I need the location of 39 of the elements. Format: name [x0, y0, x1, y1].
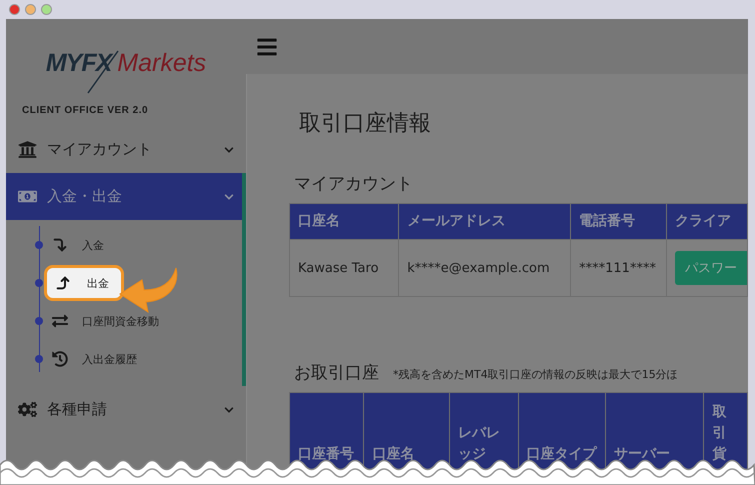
version-label: CLIENT OFFICE VER 2.0	[21, 104, 150, 116]
submenu-item[interactable]: 入出金履歴	[52, 351, 137, 367]
gears-icon	[18, 400, 37, 419]
column-header: メールアドレス	[398, 204, 571, 240]
menu-item[interactable]: 入金・出金	[6, 173, 246, 220]
transfer-icon	[52, 313, 68, 329]
menu-item[interactable]: マイアカウント	[6, 126, 246, 173]
close-button[interactable]	[9, 4, 20, 15]
timeline-dot	[35, 355, 43, 363]
arrow-down-icon	[52, 237, 68, 253]
page-title: 取引口座情報	[299, 110, 432, 138]
arrow-up-icon	[55, 275, 71, 291]
submenu-item[interactable]: 出金	[44, 265, 124, 301]
chevron-icon	[224, 404, 234, 414]
chevron-icon	[224, 192, 234, 202]
submenu-item[interactable]: 入金	[52, 237, 104, 253]
menu-item[interactable]: 各種申請	[6, 386, 246, 433]
section-heading: マイアカウント	[294, 173, 414, 195]
table-cell: k****e@example.com	[398, 240, 571, 296]
minimize-button[interactable]	[25, 4, 36, 15]
timeline-dot	[35, 317, 43, 325]
timeline-dot	[35, 279, 43, 287]
chevron-icon	[224, 144, 234, 154]
section-heading: お取引口座	[294, 362, 379, 384]
logo-suffix: Markets	[117, 48, 206, 78]
history-icon	[52, 351, 68, 367]
timeline-dot	[35, 241, 43, 249]
bank-icon	[18, 140, 37, 159]
column-header: 電話番号	[570, 204, 666, 240]
column-header: 口座名	[290, 204, 399, 240]
table-cell: ****111****	[570, 240, 666, 296]
note-text: *残高を含めたMT4取引口座の情報の反映は最大で15分ほ	[393, 367, 678, 382]
submenu-item[interactable]: 口座間資金移動	[52, 313, 159, 329]
menu-button[interactable]	[256, 36, 278, 58]
password-button[interactable]: パスワー	[674, 251, 747, 285]
column-header: クライア	[666, 204, 748, 240]
zoom-button[interactable]	[41, 4, 52, 15]
logo-brand: MYFX	[46, 48, 112, 78]
table-cell: Kawase Taro	[290, 240, 399, 296]
